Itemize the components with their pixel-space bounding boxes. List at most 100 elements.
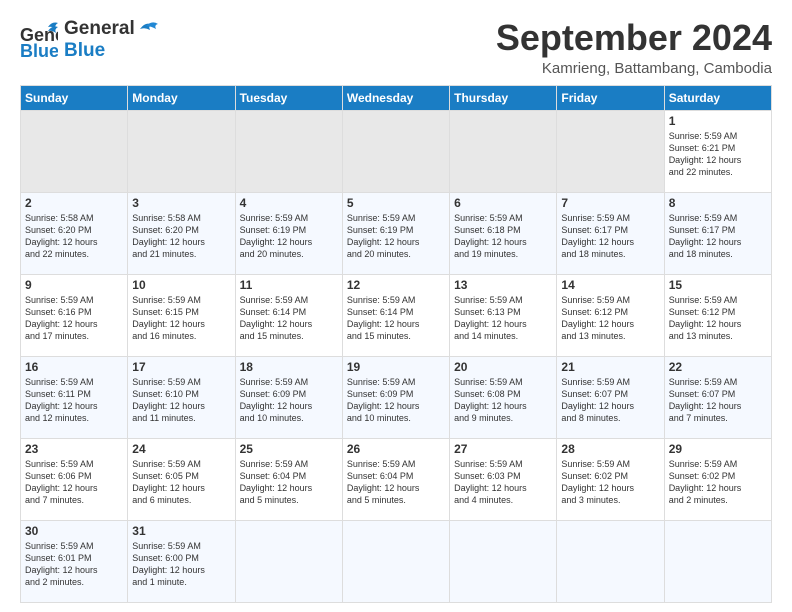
day-info: Sunrise: 5:59 AM Sunset: 6:21 PM Dayligh… bbox=[669, 130, 767, 179]
calendar-week-0: 1 Sunrise: 5:59 AM Sunset: 6:21 PM Daylig… bbox=[21, 110, 772, 192]
day-info: Sunrise: 5:59 AM Sunset: 6:12 PM Dayligh… bbox=[561, 294, 659, 343]
day-info: Sunrise: 5:59 AM Sunset: 6:06 PM Dayligh… bbox=[25, 458, 123, 507]
calendar-cell: 21Sunrise: 5:59 AM Sunset: 6:07 PM Dayli… bbox=[557, 356, 664, 438]
logo-blue-text: Blue bbox=[64, 40, 160, 62]
day-number: 11 bbox=[240, 278, 338, 292]
day-info: Sunrise: 5:59 AM Sunset: 6:15 PM Dayligh… bbox=[132, 294, 230, 343]
calendar-cell: 31 Sunrise: 5:59 AM Sunset: 6:00 PM Dayli… bbox=[128, 520, 235, 602]
day-number: 29 bbox=[669, 442, 767, 456]
calendar-cell: 17 Sunrise: 5:59 AM Sunset: 6:10 PM Dayli… bbox=[128, 356, 235, 438]
day-info: Sunrise: 5:59 AM Sunset: 6:17 PM Dayligh… bbox=[561, 212, 659, 261]
day-number: 4 bbox=[240, 196, 338, 210]
calendar-cell: 3 Sunrise: 5:58 AM Sunset: 6:20 PM Daylig… bbox=[128, 192, 235, 274]
calendar-cell bbox=[664, 520, 771, 602]
day-info: Sunrise: 5:58 AM Sunset: 6:20 PM Dayligh… bbox=[25, 212, 123, 261]
calendar-week-4: 23 Sunrise: 5:59 AM Sunset: 6:06 PM Dayli… bbox=[21, 438, 772, 520]
logo-icon: General Blue bbox=[20, 21, 58, 59]
logo: General Blue General Blue bbox=[20, 18, 160, 62]
main-title: September 2024 bbox=[496, 18, 772, 58]
calendar-cell bbox=[557, 520, 664, 602]
day-number: 1 bbox=[669, 114, 767, 128]
calendar-cell: 23 Sunrise: 5:59 AM Sunset: 6:06 PM Dayli… bbox=[21, 438, 128, 520]
calendar-cell: 12Sunrise: 5:59 AM Sunset: 6:14 PM Dayli… bbox=[342, 274, 449, 356]
day-info: Sunrise: 5:59 AM Sunset: 6:01 PM Dayligh… bbox=[25, 540, 123, 589]
calendar-cell: 4 Sunrise: 5:59 AM Sunset: 6:19 PM Daylig… bbox=[235, 192, 342, 274]
subtitle: Kamrieng, Battambang, Cambodia bbox=[496, 60, 772, 77]
day-number: 28 bbox=[561, 442, 659, 456]
calendar-header-row: SundayMondayTuesdayWednesdayThursdayFrid… bbox=[21, 85, 772, 110]
day-info: Sunrise: 5:58 AM Sunset: 6:20 PM Dayligh… bbox=[132, 212, 230, 261]
day-info: Sunrise: 5:59 AM Sunset: 6:05 PM Dayligh… bbox=[132, 458, 230, 507]
day-number: 7 bbox=[561, 196, 659, 210]
calendar-cell: 19 Sunrise: 5:59 AM Sunset: 6:09 PM Dayli… bbox=[342, 356, 449, 438]
calendar-week-3: 16Sunrise: 5:59 AM Sunset: 6:11 PM Dayli… bbox=[21, 356, 772, 438]
day-info: Sunrise: 5:59 AM Sunset: 6:04 PM Dayligh… bbox=[240, 458, 338, 507]
calendar-cell: 1 Sunrise: 5:59 AM Sunset: 6:21 PM Daylig… bbox=[664, 110, 771, 192]
calendar-cell: 6 Sunrise: 5:59 AM Sunset: 6:18 PM Daylig… bbox=[450, 192, 557, 274]
day-number: 10 bbox=[132, 278, 230, 292]
day-number: 8 bbox=[669, 196, 767, 210]
calendar-cell bbox=[21, 110, 128, 192]
day-number: 6 bbox=[454, 196, 552, 210]
day-number: 20 bbox=[454, 360, 552, 374]
day-info: Sunrise: 5:59 AM Sunset: 6:19 PM Dayligh… bbox=[240, 212, 338, 261]
day-number: 23 bbox=[25, 442, 123, 456]
day-number: 21 bbox=[561, 360, 659, 374]
calendar-week-5: 30 Sunrise: 5:59 AM Sunset: 6:01 PM Dayli… bbox=[21, 520, 772, 602]
calendar-cell: 18Sunrise: 5:59 AM Sunset: 6:09 PM Dayli… bbox=[235, 356, 342, 438]
calendar-cell: 28Sunrise: 5:59 AM Sunset: 6:02 PM Dayli… bbox=[557, 438, 664, 520]
day-number: 17 bbox=[132, 360, 230, 374]
day-info: Sunrise: 5:59 AM Sunset: 6:00 PM Dayligh… bbox=[132, 540, 230, 589]
calendar-cell: 29 Sunrise: 5:59 AM Sunset: 6:02 PM Dayli… bbox=[664, 438, 771, 520]
calendar-cell: 30 Sunrise: 5:59 AM Sunset: 6:01 PM Dayli… bbox=[21, 520, 128, 602]
page: General Blue General Blue September 2024 bbox=[0, 0, 792, 612]
calendar-cell: 2 Sunrise: 5:58 AM Sunset: 6:20 PM Daylig… bbox=[21, 192, 128, 274]
day-info: Sunrise: 5:59 AM Sunset: 6:11 PM Dayligh… bbox=[25, 376, 123, 425]
calendar-cell: 14 Sunrise: 5:59 AM Sunset: 6:12 PM Dayli… bbox=[557, 274, 664, 356]
calendar-cell: 24Sunrise: 5:59 AM Sunset: 6:05 PM Dayli… bbox=[128, 438, 235, 520]
day-info: Sunrise: 5:59 AM Sunset: 6:18 PM Dayligh… bbox=[454, 212, 552, 261]
day-number: 15 bbox=[669, 278, 767, 292]
day-info: Sunrise: 5:59 AM Sunset: 6:02 PM Dayligh… bbox=[669, 458, 767, 507]
day-number: 19 bbox=[347, 360, 445, 374]
calendar-cell: 27Sunrise: 5:59 AM Sunset: 6:03 PM Dayli… bbox=[450, 438, 557, 520]
day-info: Sunrise: 5:59 AM Sunset: 6:14 PM Dayligh… bbox=[240, 294, 338, 343]
calendar-header-wednesday: Wednesday bbox=[342, 85, 449, 110]
day-number: 22 bbox=[669, 360, 767, 374]
day-number: 31 bbox=[132, 524, 230, 538]
calendar-cell bbox=[450, 520, 557, 602]
day-number: 30 bbox=[25, 524, 123, 538]
calendar-cell: 26Sunrise: 5:59 AM Sunset: 6:04 PM Dayli… bbox=[342, 438, 449, 520]
calendar-cell: 22Sunrise: 5:59 AM Sunset: 6:07 PM Dayli… bbox=[664, 356, 771, 438]
calendar-cell: 13 Sunrise: 5:59 AM Sunset: 6:13 PM Dayli… bbox=[450, 274, 557, 356]
title-block: September 2024 Kamrieng, Battambang, Cam… bbox=[496, 18, 772, 77]
day-info: Sunrise: 5:59 AM Sunset: 6:09 PM Dayligh… bbox=[240, 376, 338, 425]
header: General Blue General Blue September 2024 bbox=[20, 18, 772, 77]
calendar-cell: 7 Sunrise: 5:59 AM Sunset: 6:17 PM Daylig… bbox=[557, 192, 664, 274]
calendar-header-saturday: Saturday bbox=[664, 85, 771, 110]
calendar-cell bbox=[342, 520, 449, 602]
day-info: Sunrise: 5:59 AM Sunset: 6:16 PM Dayligh… bbox=[25, 294, 123, 343]
calendar-cell bbox=[557, 110, 664, 192]
day-number: 12 bbox=[347, 278, 445, 292]
day-number: 2 bbox=[25, 196, 123, 210]
calendar-week-1: 2 Sunrise: 5:58 AM Sunset: 6:20 PM Daylig… bbox=[21, 192, 772, 274]
calendar-cell: 20 Sunrise: 5:59 AM Sunset: 6:08 PM Dayli… bbox=[450, 356, 557, 438]
day-number: 14 bbox=[561, 278, 659, 292]
day-number: 13 bbox=[454, 278, 552, 292]
day-info: Sunrise: 5:59 AM Sunset: 6:08 PM Dayligh… bbox=[454, 376, 552, 425]
logo-general-text: General bbox=[64, 18, 135, 40]
day-info: Sunrise: 5:59 AM Sunset: 6:09 PM Dayligh… bbox=[347, 376, 445, 425]
calendar-cell bbox=[128, 110, 235, 192]
day-info: Sunrise: 5:59 AM Sunset: 6:04 PM Dayligh… bbox=[347, 458, 445, 507]
day-info: Sunrise: 5:59 AM Sunset: 6:13 PM Dayligh… bbox=[454, 294, 552, 343]
day-number: 27 bbox=[454, 442, 552, 456]
calendar-cell: 8Sunrise: 5:59 AM Sunset: 6:17 PM Daylig… bbox=[664, 192, 771, 274]
calendar-header-monday: Monday bbox=[128, 85, 235, 110]
day-info: Sunrise: 5:59 AM Sunset: 6:12 PM Dayligh… bbox=[669, 294, 767, 343]
calendar-header-thursday: Thursday bbox=[450, 85, 557, 110]
calendar-week-2: 9Sunrise: 5:59 AM Sunset: 6:16 PM Daylig… bbox=[21, 274, 772, 356]
day-number: 3 bbox=[132, 196, 230, 210]
calendar-cell bbox=[450, 110, 557, 192]
day-info: Sunrise: 5:59 AM Sunset: 6:10 PM Dayligh… bbox=[132, 376, 230, 425]
